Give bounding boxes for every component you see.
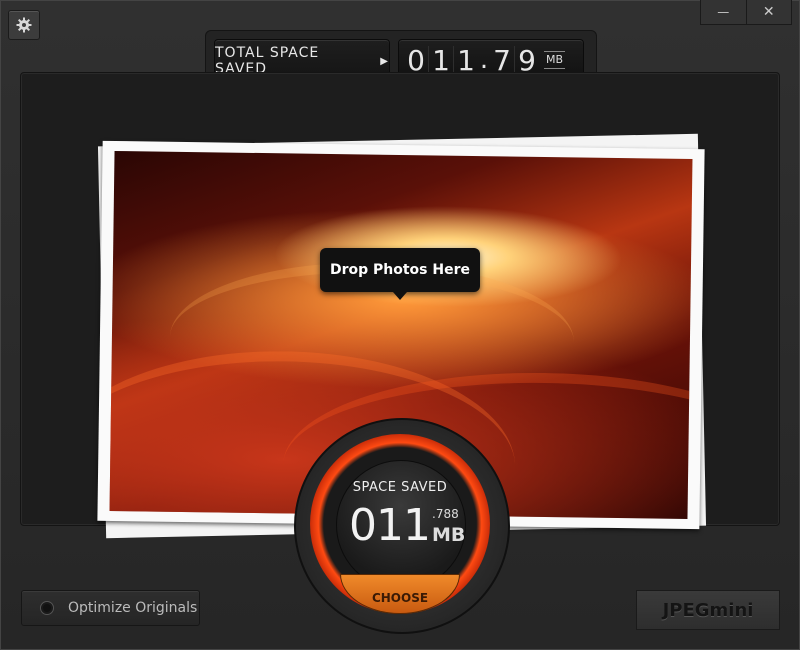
jpegmini-logo: JPEGmini <box>636 590 780 630</box>
radio-icon <box>40 601 54 615</box>
choose-label: CHOOSE <box>371 591 429 605</box>
drop-photos-text: Drop Photos Here <box>329 262 470 278</box>
minimize-button[interactable]: — <box>701 0 746 24</box>
settings-button[interactable] <box>8 10 40 40</box>
gauge-unit: MB <box>432 524 466 546</box>
optimize-originals-toggle[interactable]: Optimize Originals <box>21 590 200 626</box>
optimize-originals-label: Optimize Originals <box>68 600 198 616</box>
gauge-decimal: .788 <box>432 507 459 521</box>
counter-unit: MB <box>544 51 566 69</box>
counter-decimal-point: . <box>479 45 489 75</box>
drop-photos-tooltip: Drop Photos Here <box>320 248 480 300</box>
gear-icon <box>16 17 32 33</box>
digit-divider <box>514 46 515 74</box>
close-icon: ✕ <box>762 4 775 20</box>
gauge-value: 011 <box>349 500 431 551</box>
logo-text: JPEGmini <box>662 599 754 621</box>
window-controls: — ✕ <box>700 0 792 25</box>
gauge-title: SPACE SAVED <box>352 480 448 495</box>
minimize-icon: — <box>717 5 730 19</box>
digit-divider <box>453 46 454 74</box>
digit-divider <box>428 46 429 74</box>
play-arrow-icon: ▶ <box>380 55 389 67</box>
close-button[interactable]: ✕ <box>745 0 792 24</box>
